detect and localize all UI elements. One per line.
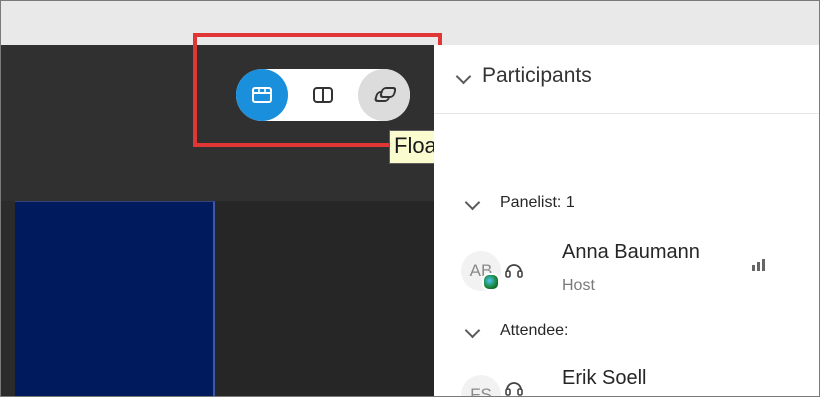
headset-icon [505, 382, 523, 396]
shared-screen-thumbnail[interactable] [15, 201, 215, 396]
app-window: Floating panel view Participants Panelis… [0, 0, 820, 397]
panelist-collapse-chevron-icon[interactable] [464, 194, 481, 211]
participants-title: Participants [482, 64, 592, 87]
participant-role: Host [562, 277, 595, 294]
participants-panel: Participants Panelist: 1 AB Anna Baumann… [434, 45, 819, 396]
presence-status-icon [482, 273, 500, 291]
participant-name: Anna Baumann [562, 241, 700, 263]
audio-level-icon [752, 259, 765, 271]
video-stage-background [215, 201, 434, 396]
avatar: FS [461, 375, 501, 397]
section-label-attendee: Attendee: [500, 322, 569, 339]
participants-header[interactable]: Participants [434, 45, 819, 114]
section-label-panelist: Panelist: 1 [500, 194, 575, 211]
headset-icon [505, 264, 523, 278]
attendee-collapse-chevron-icon[interactable] [464, 322, 481, 339]
avatar-initials: FS [470, 385, 492, 397]
participant-name: Erik Soell [562, 367, 647, 389]
chevron-down-icon[interactable] [455, 68, 472, 85]
